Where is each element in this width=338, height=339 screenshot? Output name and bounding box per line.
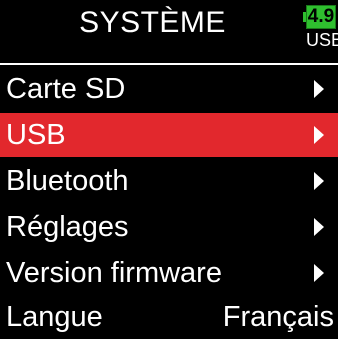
menu-item-label: Langue — [6, 301, 103, 333]
battery-voltage: 4.9 — [306, 5, 336, 29]
system-screen: SYSTÈME 4.9 USB Carte SD USB Bluetooth R… — [0, 0, 338, 336]
menu-item-version-firmware[interactable]: Version firmware — [0, 251, 338, 295]
menu-item-label: USB — [6, 119, 66, 151]
menu-item-label: Carte SD — [6, 73, 126, 105]
menu-item-label: Réglages — [6, 211, 129, 243]
menu-item-langue[interactable]: Langue Français — [0, 295, 338, 339]
header-bar: SYSTÈME 4.9 USB — [0, 0, 338, 65]
language-value: Français — [222, 301, 334, 333]
chevron-right-icon — [314, 126, 324, 144]
chevron-right-icon — [314, 218, 324, 236]
menu-item-label: Version firmware — [6, 257, 222, 289]
menu-item-reglages[interactable]: Réglages — [0, 205, 338, 249]
power-source-label: USB — [306, 30, 338, 50]
page-title: SYSTÈME — [79, 6, 226, 39]
menu-item-bluetooth[interactable]: Bluetooth — [0, 159, 338, 203]
chevron-right-icon — [314, 264, 324, 282]
menu-item-carte-sd[interactable]: Carte SD — [0, 67, 338, 111]
menu-item-usb[interactable]: USB — [0, 113, 338, 157]
menu-item-label: Bluetooth — [6, 165, 129, 197]
chevron-right-icon — [314, 80, 324, 98]
chevron-right-icon — [314, 172, 324, 190]
